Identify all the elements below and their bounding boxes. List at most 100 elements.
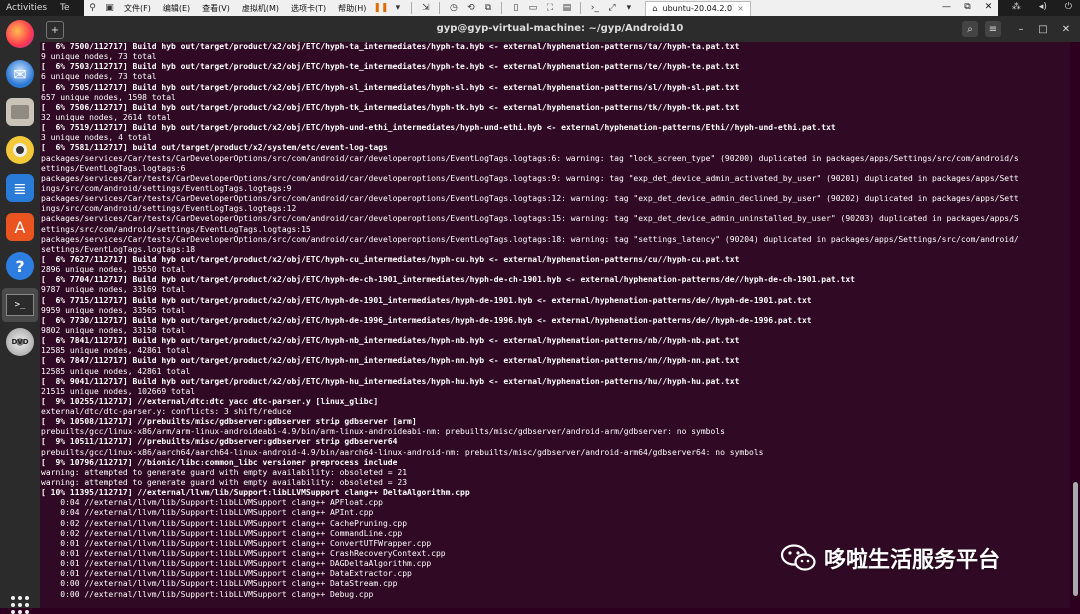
- menu-tabs[interactable]: 选项卡(T): [291, 3, 326, 14]
- vmware-window-controls: — ⧉ ✕: [941, 1, 994, 12]
- terminal-line: [ 6% 7847/112717] Build hyb out/target/p…: [41, 356, 740, 366]
- terminal-line: [ 6% 7519/112717] Build hyb out/target/p…: [41, 123, 836, 133]
- close-icon[interactable]: ✕: [1058, 21, 1074, 37]
- libreoffice-writer-icon[interactable]: ≣: [6, 174, 34, 202]
- close-tab-icon[interactable]: ×: [737, 4, 744, 13]
- terminal-line: [ 6% 7730/112717] Build hyb out/target/p…: [41, 315, 812, 325]
- firefox-icon[interactable]: [6, 20, 34, 48]
- network-icon[interactable]: ⁂: [1012, 2, 1021, 12]
- pause-icon[interactable]: ❚❚: [373, 3, 388, 14]
- hamburger-menu-icon[interactable]: ≡: [985, 21, 1001, 37]
- toolbar-separator: [501, 2, 503, 14]
- terminal-line: packages/services/Car/tests/CarDeveloper…: [41, 173, 1019, 183]
- terminal-line: 0:04 //external/llvm/lib/Support:libLLVM…: [41, 508, 374, 518]
- terminal-line: 0:02 //external/llvm/lib/Support:libLLVM…: [41, 518, 408, 528]
- activities-button[interactable]: Activities: [6, 3, 47, 13]
- fullscreen-icon[interactable]: ⛶: [544, 3, 555, 14]
- terminal-line: [ 9% 10796/112717] //bionic/libc:common_…: [41, 457, 398, 467]
- dock: ✉ ≣ A ? >_ DVD: [0, 16, 40, 614]
- watermark: 哆啦生活服务平台: [780, 542, 1000, 574]
- revert-snapshot-icon[interactable]: ⟲: [465, 3, 476, 14]
- snapshot-icon[interactable]: ◷: [448, 3, 459, 14]
- menu-file[interactable]: 文件(F): [124, 3, 151, 14]
- terminal-line: 0:00 //external/llvm/lib/Support:libLLVM…: [41, 579, 398, 589]
- toolbar-separator: [411, 2, 413, 14]
- vm-toolbar: ⚲ ▣ 文件(F) 编辑(E) 查看(V) 虚拟机(M) 选项卡(T) 帮助(H…: [84, 0, 998, 17]
- terminal-line: 6 unique nodes, 73 total: [41, 72, 157, 82]
- terminal-line: packages/services/Car/tests/CarDeveloper…: [41, 194, 1019, 204]
- terminal-line: ettings/src/com/android/settings/EventLo…: [41, 224, 311, 234]
- search-icon[interactable]: ⌕: [962, 21, 978, 37]
- dvd-icon[interactable]: DVD: [6, 328, 34, 356]
- terminal-line: 0:02 //external/llvm/lib/Support:libLLVM…: [41, 528, 403, 538]
- terminal-line: 9787 unique nodes, 33169 total: [41, 285, 186, 295]
- terminal-lines: [ 6% 7500/112717] Build hyb out/target/p…: [41, 42, 1070, 600]
- close-window-icon[interactable]: ✕: [983, 1, 994, 12]
- terminal-line: 0:04 //external/llvm/lib/Support:libLLVM…: [41, 498, 383, 508]
- restore-window-icon[interactable]: ⧉: [962, 1, 973, 12]
- console-icon[interactable]: ›_: [589, 3, 600, 14]
- help-icon[interactable]: ?: [6, 252, 34, 280]
- terminal-line: 9 unique nodes, 73 total: [41, 52, 157, 62]
- ubuntu-software-icon[interactable]: A: [6, 213, 34, 241]
- menu-edit[interactable]: 编辑(E): [163, 3, 190, 14]
- vm-tab-title: ubuntu-20.04.2.0: [662, 4, 733, 13]
- terminal-scrollbar[interactable]: [1073, 482, 1078, 596]
- terminal-line: [ 6% 7627/112717] Build hyb out/target/p…: [41, 254, 740, 264]
- terminal-line: 657 unique nodes, 1598 total: [41, 92, 176, 102]
- terminal-line: [ 9% 10255/112717] //external/dtc:dtc ya…: [41, 396, 379, 406]
- files-icon[interactable]: [6, 98, 34, 126]
- pin-icon[interactable]: ⚲: [87, 3, 98, 14]
- terminal-title: gyp@gyp-virtual-machine: ~/gyp/Android10: [436, 23, 684, 34]
- rhythmbox-icon[interactable]: [6, 136, 34, 164]
- send-keys-icon[interactable]: ⇲: [420, 3, 431, 14]
- watermark-text: 哆啦生活服务平台: [824, 548, 1001, 573]
- terminal-header-bar: + gyp@gyp-virtual-machine: ~/gyp/Android…: [40, 16, 1080, 42]
- show-applications-icon[interactable]: [11, 596, 29, 614]
- terminal-line: [ 6% 7715/112717] Build hyb out/target/p…: [41, 295, 812, 305]
- terminal-line: ings/src/com/android/settings/EventLogTa…: [41, 204, 297, 214]
- terminal-line: [ 6% 7704/112717] Build hyb out/target/p…: [41, 275, 855, 285]
- unity-icon[interactable]: ▤: [561, 3, 572, 14]
- terminal-line: 12585 unique nodes, 42861 total: [41, 346, 191, 356]
- maximize-icon[interactable]: □: [1035, 21, 1051, 37]
- terminal-output[interactable]: [ 6% 7500/112717] Build hyb out/target/p…: [40, 42, 1070, 608]
- menu-view[interactable]: 查看(V): [202, 3, 230, 14]
- terminal-line: warning: attempted to generate guard wit…: [41, 478, 408, 488]
- menu-help[interactable]: 帮助(H): [338, 3, 366, 14]
- thunderbird-icon[interactable]: ✉: [6, 60, 34, 88]
- terminal-line: 2896 unique nodes, 19550 total: [41, 265, 186, 275]
- terminal-line: [ 9% 10508/112717] //prebuilts/misc/gdbs…: [41, 417, 417, 427]
- dropdown-icon[interactable]: ▾: [392, 3, 403, 14]
- terminal-line: [ 9% 10511/112717] //prebuilts/misc/gdbs…: [41, 437, 398, 447]
- terminal-line: 9959 unique nodes, 33565 total: [41, 305, 186, 315]
- terminal-line: ings/src/com/android/settings/EventLogTa…: [41, 183, 292, 193]
- vm-tab-ubuntu[interactable]: ⌂ ubuntu-20.04.2.0 ×: [645, 0, 751, 16]
- terminal-line: ettings/EventLogTags.logtags:6: [41, 163, 186, 173]
- stretch-icon[interactable]: ⤢: [606, 3, 617, 14]
- volume-icon[interactable]: ◂): [1039, 2, 1047, 12]
- app-menu-terminal[interactable]: Te: [60, 3, 70, 13]
- power-icon[interactable]: ⏻: [1065, 2, 1072, 12]
- menu-vm[interactable]: 虚拟机(M): [242, 3, 279, 14]
- snapshot-manager-icon[interactable]: ⧉: [482, 3, 493, 14]
- minimize-window-icon[interactable]: —: [941, 1, 952, 12]
- terminal-line: [ 6% 7505/112717] Build hyb out/target/p…: [41, 82, 740, 92]
- terminal-line: prebuilts/gcc/linux-x86/arm/arm-linux-an…: [41, 427, 725, 437]
- terminal-line: 21515 unique nodes, 102669 total: [41, 386, 196, 396]
- terminal-line: [ 6% 7500/112717] Build hyb out/target/p…: [41, 42, 740, 51]
- sidebar-toggle-icon[interactable]: ▯: [510, 3, 521, 14]
- stretch-dropdown-icon[interactable]: ▾: [623, 3, 634, 14]
- terminal-line: [ 6% 7506/112717] Build hyb out/target/p…: [41, 102, 740, 112]
- system-tray[interactable]: ⁂ ◂) ⏻: [1012, 2, 1072, 12]
- wechat-logo-icon: [780, 544, 816, 571]
- terminal-icon[interactable]: >_: [2, 288, 38, 322]
- minimize-icon[interactable]: –: [1013, 21, 1029, 37]
- terminal-line: [ 6% 7503/112717] Build hyb out/target/p…: [41, 62, 740, 72]
- terminal-line: external/dtc/dtc-parser.y: conflicts: 3 …: [41, 407, 292, 417]
- terminal-line: [ 6% 7841/112717] Build hyb out/target/p…: [41, 336, 740, 346]
- library-icon[interactable]: ▣: [104, 3, 115, 14]
- terminal-line: prebuilts/gcc/linux-x86/aarch64/aarch64-…: [41, 447, 764, 457]
- terminal-line: packages/services/Car/tests/CarDeveloper…: [41, 234, 1019, 244]
- single-window-icon[interactable]: ▭: [527, 3, 538, 14]
